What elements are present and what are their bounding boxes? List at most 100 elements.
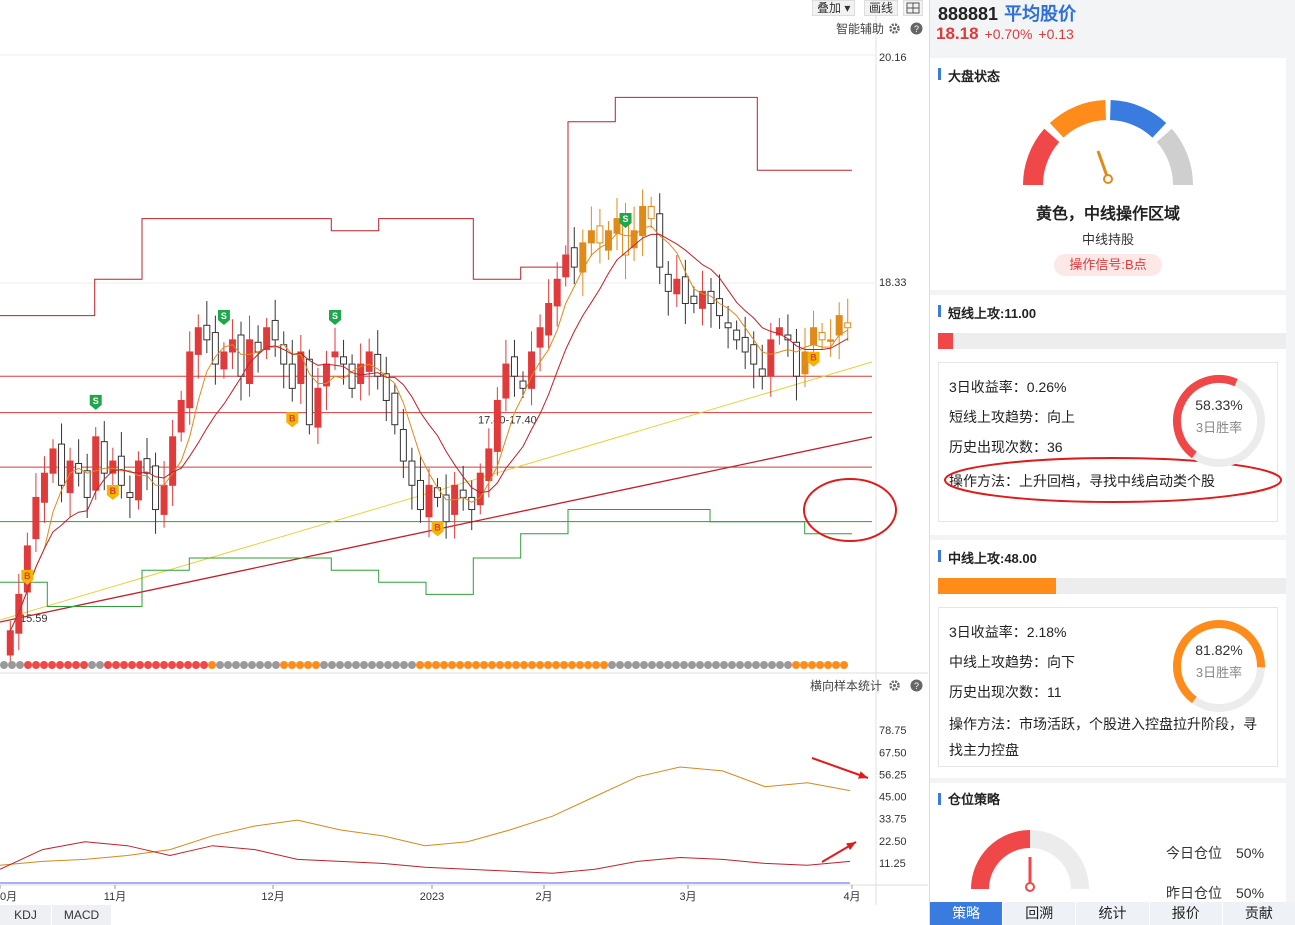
market-state-card: 大盘状态 黄色，中线操作区域 中线持股 操作信号:B点 — [930, 58, 1286, 290]
signal-badge: 操作信号:B点 — [1054, 254, 1162, 276]
status-dot — [40, 661, 48, 669]
candle-body — [502, 363, 510, 399]
status-dot — [448, 661, 456, 669]
status-dot — [408, 661, 416, 669]
candle-body — [810, 327, 818, 346]
change-percent: +0.70% — [984, 26, 1033, 42]
mid-win-label: 3日胜率 — [1195, 665, 1243, 680]
status-dot — [288, 661, 296, 669]
status-dot — [328, 661, 336, 669]
overlay-button[interactable]: 叠加 ▾ — [812, 0, 856, 16]
candle-body — [733, 329, 741, 341]
status-dot — [168, 661, 176, 669]
candle-body — [228, 339, 236, 353]
stock-name[interactable]: 平均股价 — [1004, 4, 1076, 24]
status-dot — [432, 661, 440, 669]
status-dot — [832, 661, 840, 669]
candle-body — [750, 344, 758, 365]
sell-signal-letter: S — [623, 214, 629, 224]
candle-body — [758, 368, 766, 377]
status-dot — [144, 661, 152, 669]
sub-panel-title: 横向样本统计 — [810, 679, 883, 693]
status-dot — [304, 661, 312, 669]
candle-body — [673, 278, 681, 295]
ma-short-line — [9, 225, 848, 632]
help-icon[interactable]: ? — [910, 22, 923, 35]
status-dot — [368, 661, 376, 669]
buy-signal-letter: B — [810, 353, 817, 363]
status-dot — [312, 661, 320, 669]
yesterday-position: 昨日仓位 50% — [1166, 885, 1265, 901]
status-dot — [264, 661, 272, 669]
mid-line-stats: 3日收益率：2.18% 中线上攻趋势：向下 历史出现次数：11 操作方法：市场活… — [938, 607, 1278, 767]
gear-icon[interactable] — [888, 679, 901, 692]
strategy-panel: 888881 平均股价 18.18 +0.70% +0.13 大盘状态 黄色，中线操作… — [929, 0, 1295, 925]
status-dot — [616, 661, 624, 669]
market-gauge — [1023, 100, 1193, 186]
status-dot — [320, 661, 328, 669]
candle-body — [408, 460, 416, 486]
status-dot — [224, 661, 232, 669]
annotation-ellipse — [803, 478, 897, 542]
tab-statistics[interactable]: 统计 — [1076, 902, 1150, 925]
sub-axis-label: 56.25 — [879, 769, 907, 781]
gear-icon[interactable] — [888, 22, 901, 35]
status-dot — [192, 661, 200, 669]
candle-body — [331, 351, 339, 358]
status-dot — [248, 661, 256, 669]
status-dot — [656, 661, 664, 669]
candle-body — [271, 319, 279, 341]
sub-axis-label: 78.75 — [879, 725, 907, 737]
stock-price-row: 18.18 +0.70% +0.13 — [936, 24, 1074, 44]
candle-body — [92, 436, 100, 491]
short-count: 历史出现次数：36 — [949, 439, 1063, 455]
time-axis-label: 0月 — [0, 891, 17, 903]
candle-body — [553, 278, 561, 307]
short-return: 3日收益率：0.26% — [949, 379, 1067, 395]
gauge-hub — [1103, 174, 1113, 184]
status-dot — [472, 661, 480, 669]
draw-line-button[interactable]: 画线 — [864, 0, 899, 16]
status-dot — [704, 661, 712, 669]
status-dot — [160, 661, 168, 669]
status-dot — [536, 661, 544, 669]
tab-kdj[interactable]: KDJ — [0, 905, 52, 925]
status-dot — [584, 661, 592, 669]
position-fill — [971, 830, 1031, 890]
candle-body — [322, 363, 330, 387]
status-dot — [392, 661, 400, 669]
status-dot — [360, 661, 368, 669]
sub-axis-label: 11.25 — [879, 858, 906, 870]
tab-macd[interactable]: MACD — [52, 905, 112, 925]
tab-quote[interactable]: 报价 — [1149, 902, 1223, 925]
tab-strategy[interactable]: 策略 — [930, 902, 1004, 925]
status-dot — [352, 661, 360, 669]
status-dot — [696, 661, 704, 669]
gauge-segment — [1049, 100, 1107, 138]
tab-backtrack[interactable]: 回溯 — [1003, 902, 1077, 925]
status-dot — [208, 661, 216, 669]
price-chart: 20.1618.3317.40-17.4015.59BBBBBSS SS78.75… — [0, 0, 928, 905]
candle-body — [792, 341, 800, 377]
tab-contribution[interactable]: 贡献 — [1222, 902, 1295, 925]
layout-grid-icon[interactable] — [903, 0, 923, 16]
chart-area[interactable]: 20.16 18.33 17.40-17.40 15.59 B B B B B S S S S 78.75… — [0, 0, 928, 925]
status-dot — [48, 661, 56, 669]
status-dot — [608, 661, 616, 669]
buy-signal-letter: B — [110, 486, 117, 496]
stock-code: 888881 — [938, 4, 999, 24]
status-dot — [752, 661, 760, 669]
mid-line-progress-fill — [938, 578, 1056, 594]
candle-body — [639, 206, 647, 237]
buy-signal-letter: B — [289, 413, 296, 423]
candle-body — [15, 593, 23, 634]
status-dot — [112, 661, 120, 669]
sub-axis-label: 33.75 — [879, 814, 907, 826]
candle-body — [476, 472, 484, 506]
market-state-title: 大盘状态 — [948, 69, 1001, 84]
status-dot — [528, 661, 536, 669]
time-axis-label: 2023 — [420, 891, 444, 903]
position-title: 仓位策略 — [948, 792, 1001, 807]
help-icon[interactable]: ? — [910, 679, 923, 692]
candle-body — [186, 351, 194, 409]
